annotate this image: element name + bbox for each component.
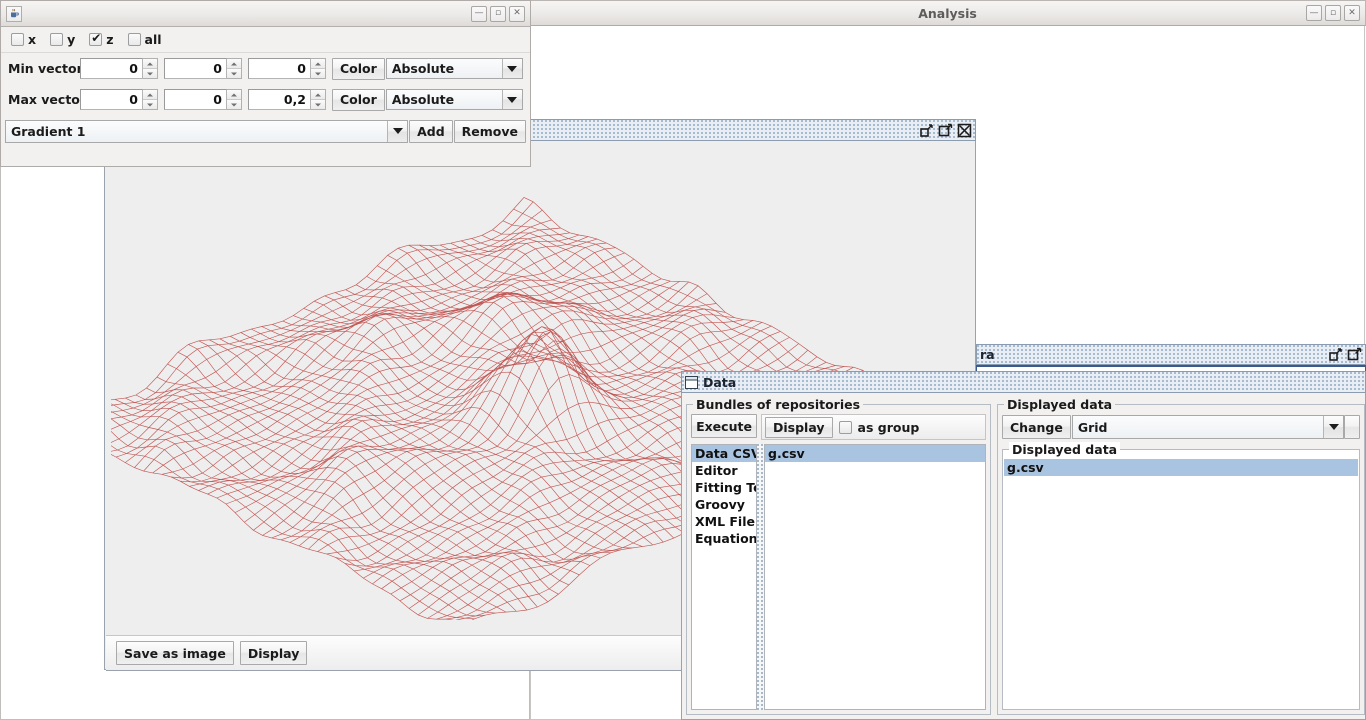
analysis-titlebar[interactable]: Analysis — ▫ ✕ [529, 0, 1366, 26]
change-button[interactable]: Change [1002, 415, 1071, 439]
analysis-window-buttons: — ▫ ✕ [1306, 5, 1365, 21]
spectra-frame-buttons [1328, 347, 1362, 362]
axis-checkbox-row: x y z all [1, 27, 530, 53]
add-gradient-button[interactable]: Add [409, 119, 453, 143]
execute-button[interactable]: Execute [691, 414, 757, 438]
restore-icon[interactable] [1328, 347, 1343, 362]
list-item[interactable]: Groovy [692, 496, 756, 513]
data-dialog-body: Bundles of repositories Execute Display … [681, 393, 1366, 720]
data-dialog: Data Bundles of repositories Execute Dis… [681, 371, 1366, 720]
save-as-image-button[interactable]: Save as image [116, 641, 234, 665]
min-vector-y-input[interactable]: 0 [164, 58, 227, 79]
checkbox-x[interactable] [11, 33, 24, 46]
chevron-down-icon[interactable] [1323, 416, 1343, 438]
displayed-data-inner-group: Displayed data g.csv [1002, 442, 1360, 710]
min-vector-z-input[interactable]: 0 [248, 58, 311, 79]
min-vector-x-spinner[interactable]: 0 [80, 58, 158, 79]
checkbox-all[interactable] [127, 33, 141, 46]
close-button[interactable]: ✕ [509, 5, 525, 22]
min-color-button[interactable]: Color [332, 57, 385, 80]
min-vector-label: Min vector: [8, 61, 88, 76]
repository-files-list[interactable]: g.csv [764, 444, 986, 710]
gradient-combo[interactable]: Gradient 1 [5, 119, 409, 143]
spectra-frame-title: ra [980, 347, 995, 362]
checkbox-y[interactable] [50, 33, 64, 46]
min-vector-y-spinner[interactable]: 0 [164, 58, 242, 79]
view-mode-combo[interactable]: Grid [1071, 415, 1344, 439]
maximize-button[interactable]: ▫ [490, 5, 506, 22]
max-vector-row: Max vector: 0 0 0,2 Color Absolute [1, 84, 530, 115]
max-vector-z-input[interactable]: 0,2 [248, 89, 311, 110]
max-color-button[interactable]: Color [332, 88, 385, 111]
gradient-content: x y z all Min vector: 0 [1, 27, 530, 166]
checkbox-z[interactable] [89, 31, 103, 46]
data-dialog-title: Data [703, 374, 737, 390]
display-plot-button[interactable]: Display [239, 641, 308, 665]
gradient-window: — ▫ ✕ x y z [0, 0, 531, 167]
gradient-window-buttons: — ▫ ✕ [471, 5, 530, 22]
maximize-button[interactable]: ▫ [1325, 5, 1341, 21]
window-icon [685, 375, 698, 389]
minimize-button[interactable]: — [1306, 5, 1322, 21]
list-item[interactable]: g.csv [765, 445, 985, 462]
screen-root: Analysis — ▫ ✕ Save as image Display ra … [0, 0, 1366, 720]
min-vector-row: Min vector: 0 0 0 Color Absolute [1, 53, 530, 84]
list-item[interactable]: Equation [692, 530, 756, 547]
list-item[interactable]: Data CSV [692, 445, 756, 462]
as-group-checkbox[interactable] [838, 420, 852, 434]
max-vector-x-spinner[interactable]: 0 [80, 89, 158, 110]
as-group-label: as group [857, 419, 920, 435]
extra-action-button[interactable] [1344, 415, 1360, 439]
split-pane-divider[interactable] [757, 444, 764, 710]
max-vector-z-spinner[interactable]: 0,2 [248, 89, 326, 110]
max-vector-x-input[interactable]: 0 [80, 89, 143, 110]
max-vector-y-input[interactable]: 0 [164, 89, 227, 110]
chevron-down-icon[interactable] [387, 120, 408, 142]
gradient-combo-value: Gradient 1 [6, 120, 388, 142]
displayed-data-list[interactable]: g.csv [1004, 459, 1358, 708]
chevron-down-icon[interactable] [501, 59, 522, 78]
displayed-group-title: Displayed data [1004, 397, 1116, 412]
remove-gradient-button[interactable]: Remove [453, 119, 526, 143]
max-vector-label: Max vector: [8, 92, 92, 107]
gradient-selector-row: Gradient 1 Add Remove [1, 118, 530, 144]
minimize-button[interactable]: — [471, 5, 487, 22]
min-color-mode-combo[interactable]: Absolute [385, 58, 523, 79]
maximize-icon[interactable] [1347, 347, 1362, 362]
list-item[interactable]: g.csv [1004, 459, 1358, 476]
plot-frame-buttons [919, 123, 972, 138]
close-button[interactable]: ✕ [1344, 5, 1360, 21]
analysis-title: Analysis [918, 5, 977, 21]
maximize-icon[interactable] [938, 123, 953, 138]
main-window-content [1, 156, 104, 719]
bundles-group-title: Bundles of repositories [693, 397, 864, 412]
list-item[interactable]: Fitting To [692, 479, 756, 496]
displayed-data-group: Displayed data Change Grid Displayed dat… [997, 397, 1365, 715]
list-item[interactable]: Editor [692, 462, 756, 479]
data-dialog-titlebar[interactable]: Data [681, 371, 1366, 393]
checkbox-z-label: z [106, 32, 114, 47]
gradient-titlebar[interactable]: — ▫ ✕ [1, 1, 530, 27]
max-color-mode-value: Absolute [386, 90, 502, 109]
display-data-button[interactable]: Display [765, 416, 833, 438]
spectra-frame-titlebar[interactable]: ra [976, 344, 1366, 365]
checkbox-x-label: x [28, 32, 37, 47]
view-mode-value: Grid [1072, 416, 1323, 438]
java-coffee-cup-icon [6, 5, 22, 22]
checkbox-y-label: y [67, 32, 76, 47]
restore-icon[interactable] [919, 123, 934, 138]
chevron-down-icon[interactable] [501, 90, 522, 109]
repositories-list[interactable]: Data CSV Editor Fitting To Groovy XML Fi… [691, 444, 757, 710]
min-vector-z-spinner[interactable]: 0 [248, 58, 326, 79]
bundles-of-repositories-group: Bundles of repositories Execute Display … [686, 397, 991, 715]
max-vector-y-spinner[interactable]: 0 [164, 89, 242, 110]
min-color-mode-value: Absolute [386, 59, 502, 78]
displayed-data-inner-title: Displayed data [1009, 442, 1121, 457]
max-color-mode-combo[interactable]: Absolute [385, 89, 523, 110]
list-item[interactable]: XML File [692, 513, 756, 530]
close-icon[interactable] [957, 123, 972, 138]
checkbox-all-label: all [144, 32, 162, 47]
min-vector-x-input[interactable]: 0 [80, 58, 143, 79]
